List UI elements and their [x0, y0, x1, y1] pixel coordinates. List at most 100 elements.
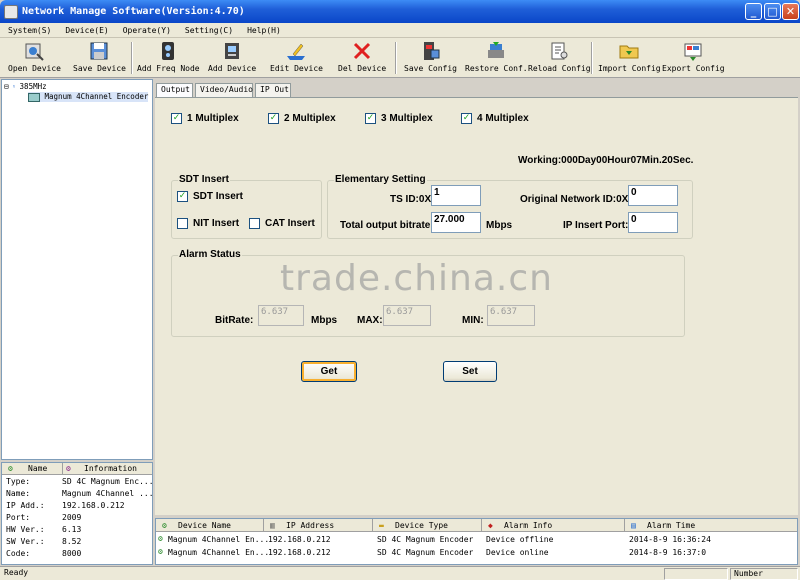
encoder-icon: [28, 92, 40, 102]
original-network-id-label: Original Network ID:0X: [520, 194, 629, 205]
info-column-icon: ⚙: [66, 464, 71, 473]
minimize-button[interactable]: _: [745, 3, 762, 20]
restore-config-icon: [488, 42, 505, 58]
import-config-icon: [619, 45, 639, 59]
checkbox-check-icon: ✓: [171, 113, 182, 124]
log-col-device-type[interactable]: ▬ Device Type: [373, 519, 482, 532]
max-label: MAX:: [357, 315, 383, 326]
info-row-ip: IP Add.: 192.168.0.212: [6, 501, 125, 510]
open-device-button[interactable]: Open Device: [8, 40, 61, 73]
tree-expander[interactable]: ⊟: [4, 82, 9, 91]
tree-node-root[interactable]: ⊟ ᵞ 385MHz: [4, 82, 47, 91]
save-device-button[interactable]: Save Device: [73, 40, 126, 73]
menu-setting[interactable]: Setting(C): [185, 26, 233, 35]
toolbar-separator: [591, 42, 593, 74]
log-col-ip-address[interactable]: ▥ IP Address: [264, 519, 373, 532]
checkbox-check-icon: ✓: [177, 191, 188, 202]
min-label: MIN:: [462, 315, 484, 326]
import-config-button[interactable]: Import Config: [598, 40, 661, 73]
info-row-name: Name: Magnum 4Channel ...: [6, 489, 154, 498]
multiplex-4-checkbox[interactable]: ✓ 4 Multiplex: [461, 113, 529, 124]
info-col-name[interactable]: Name: [28, 464, 47, 473]
title-bar: Network Manage Software(Version:4.70) _ …: [0, 0, 800, 23]
save-config-button[interactable]: Save Config: [404, 40, 457, 73]
export-config-button[interactable]: Export Config: [662, 40, 725, 73]
folder-icon: ▬: [379, 521, 384, 530]
edit-device-icon: [287, 43, 306, 60]
add-device-icon: [225, 43, 240, 59]
toolbar-separator: [395, 42, 397, 74]
add-freq-node-icon: [162, 42, 175, 60]
original-network-id-input[interactable]: 0: [628, 185, 678, 206]
antenna-icon: ᵞ: [13, 82, 16, 91]
menu-system[interactable]: System(S): [8, 26, 51, 35]
restore-config-button[interactable]: Restore Conf.: [465, 40, 528, 73]
bitrate-value: 6.637: [258, 305, 304, 326]
total-bitrate-input[interactable]: 27.000: [431, 212, 481, 233]
toolbar-separator: [131, 42, 133, 74]
menu-device[interactable]: Device(E): [65, 26, 108, 35]
nit-insert-checkbox[interactable]: NIT Insert: [177, 218, 239, 229]
total-bitrate-label: Total output bitrate:: [340, 220, 434, 231]
log-col-device-name[interactable]: ⚙ Device Name: [156, 519, 264, 532]
edit-device-button[interactable]: Edit Device: [270, 40, 323, 73]
checkbox-check-icon: ✓: [268, 113, 279, 124]
save-config-icon: [424, 42, 440, 60]
multiplex-1-checkbox[interactable]: ✓ 1 Multiplex: [171, 113, 239, 124]
reload-config-button[interactable]: Reload Config: [528, 40, 591, 73]
bitrate-value-unit: Mbps: [311, 315, 338, 326]
delete-icon: [354, 42, 371, 60]
watermark-text: trade.china.cn: [280, 258, 553, 299]
row-status-icon: ⚙: [158, 534, 163, 543]
del-device-button[interactable]: Del Device: [338, 40, 386, 73]
get-button[interactable]: Get: [301, 361, 357, 382]
bitrate-label: BitRate:: [215, 315, 254, 326]
ts-id-input[interactable]: 1: [431, 185, 481, 206]
export-config-icon: [684, 43, 702, 61]
name-column-icon: ⚙: [8, 464, 13, 473]
checkbox-check-icon: ✓: [461, 113, 472, 124]
device-info-panel: ⚙ Name ⚙ Information Type: SD 4C Magnum …: [1, 462, 154, 565]
multiplex-2-checkbox[interactable]: ✓ 2 Multiplex: [268, 113, 336, 124]
info-row-hw: HW Ver.: 6.13: [6, 525, 82, 534]
menu-bar: System(S) Device(E) Operate(Y) Setting(C…: [0, 23, 800, 38]
log-col-alarm-info[interactable]: ◆ Alarm Info: [482, 519, 625, 532]
sdt-insert-checkbox[interactable]: ✓ SDT Insert: [177, 191, 243, 202]
tab-video-audio[interactable]: Video/Audio: [195, 83, 253, 98]
app-icon: [4, 4, 18, 19]
status-bar: Ready Number: [0, 566, 800, 580]
menu-operate[interactable]: Operate(Y): [123, 26, 171, 35]
add-freq-node-button[interactable]: Add Freq Node: [137, 40, 200, 73]
max-value: 6.637: [383, 305, 431, 326]
row-status-icon: ⚙: [158, 547, 163, 556]
device-tree: ⊟ ᵞ 385MHz Magnum 4Channel Encoder: [1, 79, 153, 460]
output-panel: ✓ 1 Multiplex ✓ 2 Multiplex ✓ 3 Multiplex ✓…: [155, 97, 798, 515]
info-row-port: Port: 2009: [6, 513, 82, 522]
multiplex-3-checkbox[interactable]: ✓ 3 Multiplex: [365, 113, 433, 124]
set-button[interactable]: Set: [443, 361, 497, 382]
sdt-insert-group: SDT Insert: [171, 174, 322, 239]
status-text: Ready: [4, 568, 29, 577]
cat-insert-checkbox[interactable]: CAT Insert: [249, 218, 315, 229]
menu-help[interactable]: Help(H): [247, 26, 281, 35]
device-icon: ⚙: [162, 521, 167, 530]
window-title: Network Manage Software(Version:4.70): [22, 6, 245, 17]
clock-icon: ▤: [631, 521, 636, 530]
working-time: Working:000Day00Hour07Min.20Sec.: [518, 155, 694, 166]
alarm-icon: ◆: [488, 521, 493, 530]
bitrate-unit: Mbps: [486, 220, 513, 231]
ip-insert-port-input[interactable]: 0: [628, 212, 678, 233]
log-col-alarm-time[interactable]: ▤ Alarm Time: [625, 519, 799, 532]
tree-node-encoder[interactable]: Magnum 4Channel Encoder: [28, 92, 149, 102]
info-row-code: Code: 8000: [6, 549, 82, 558]
min-value: 6.637: [487, 305, 535, 326]
ts-id-label: TS ID:0X: [390, 194, 432, 205]
add-device-button[interactable]: Add Device: [208, 40, 256, 73]
reload-config-icon: [551, 42, 568, 60]
network-icon: ▥: [270, 521, 275, 530]
info-col-information[interactable]: Information: [84, 464, 137, 473]
toolbar: Open Device Save Device Add Freq Node Ad…: [0, 38, 800, 78]
tab-ip-out[interactable]: IP Out: [255, 83, 291, 98]
maximize-button[interactable]: □: [764, 3, 781, 20]
close-button[interactable]: ✕: [782, 3, 799, 20]
